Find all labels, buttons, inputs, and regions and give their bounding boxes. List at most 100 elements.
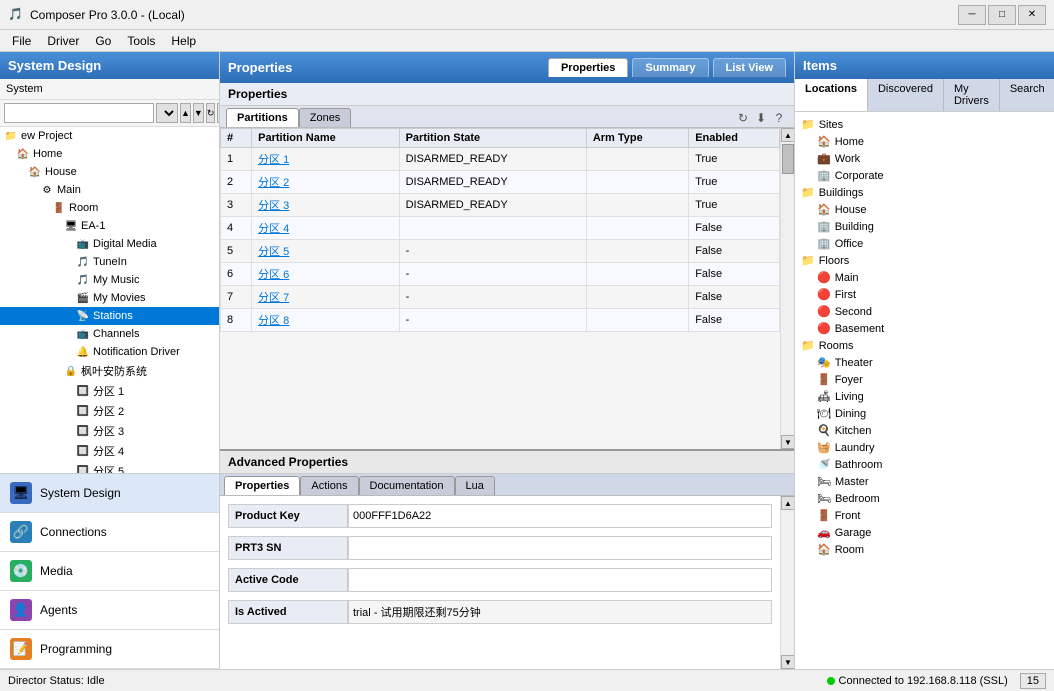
table-row[interactable]: 8 分区 8 - False: [221, 309, 780, 332]
adv-scroll-down[interactable]: ▼: [781, 655, 794, 669]
item-house[interactable]: 🏠 House: [795, 201, 1054, 218]
tree-up-button[interactable]: ▲: [180, 103, 191, 123]
item-master[interactable]: 🛏 Master: [795, 473, 1054, 490]
item-theater[interactable]: 🎭 Theater: [795, 354, 1054, 371]
item-dining[interactable]: 🍽 Dining: [795, 405, 1054, 422]
tree-item-mymusic[interactable]: 🎵 My Music: [0, 271, 219, 289]
tree-item-ea1[interactable]: 🖥 EA-1: [0, 217, 219, 235]
item-office[interactable]: 🏢 Office: [795, 235, 1054, 252]
advanced-scrollbar[interactable]: ▲ ▼: [780, 496, 794, 669]
table-row[interactable]: 5 分区 5 - False: [221, 240, 780, 263]
table-row[interactable]: 3 分区 3 DISARMED_READY True: [221, 194, 780, 217]
items-tree[interactable]: 📁 Sites 🏠 Home 💼 Work 🏢 Corporate �: [795, 112, 1054, 669]
tree-item-home[interactable]: 🏠 Home: [0, 145, 219, 163]
reload-icon[interactable]: ↻: [734, 109, 752, 127]
advanced-tab-documentation[interactable]: Documentation: [359, 476, 455, 495]
items-tab-locations[interactable]: Locations: [795, 79, 868, 111]
menu-driver[interactable]: Driver: [39, 32, 87, 50]
tree-item-main[interactable]: ⚙ Main: [0, 181, 219, 199]
subtab-zones[interactable]: Zones: [299, 108, 352, 127]
subtab-partitions[interactable]: Partitions: [226, 108, 299, 127]
close-button[interactable]: ✕: [1018, 5, 1046, 25]
item-basement[interactable]: 🔴 Basement: [795, 320, 1054, 337]
nav-agents[interactable]: 👤 Agents: [0, 591, 219, 630]
scroll-down[interactable]: ▼: [781, 435, 794, 449]
nav-system-design[interactable]: 🖥 System Design: [0, 474, 219, 513]
item-laundry[interactable]: 🧺 Laundry: [795, 439, 1054, 456]
tree-item-zone4[interactable]: 🔲 分区 4: [0, 441, 219, 461]
nav-media[interactable]: 💿 Media: [0, 552, 219, 591]
tree-item-channels[interactable]: 📺 Channels: [0, 325, 219, 343]
adv-scroll-up[interactable]: ▲: [781, 496, 794, 510]
item-main-floor[interactable]: 🔴 Main: [795, 269, 1054, 286]
tree-item-zone2[interactable]: 🔲 分区 2: [0, 401, 219, 421]
tree-item-tunein[interactable]: 🎵 TuneIn: [0, 253, 219, 271]
menu-go[interactable]: Go: [87, 32, 119, 50]
menu-help[interactable]: Help: [163, 32, 204, 50]
advanced-tab-lua[interactable]: Lua: [455, 476, 495, 495]
section-buildings[interactable]: 📁 Buildings: [795, 184, 1054, 201]
table-row[interactable]: 1 分区 1 DISARMED_READY True: [221, 148, 780, 171]
section-floors[interactable]: 📁 Floors: [795, 252, 1054, 269]
item-foyer[interactable]: 🚪 Foyer: [795, 371, 1054, 388]
system-tree[interactable]: 📁 ew Project 🏠 Home 🏠 House ⚙ Main: [0, 127, 219, 473]
item-first-floor[interactable]: 🔴 First: [795, 286, 1054, 303]
advanced-tab-actions[interactable]: Actions: [300, 476, 358, 495]
tree-item-notification[interactable]: 🔔 Notification Driver: [0, 343, 219, 361]
table-scrollbar[interactable]: ▲ ▼: [780, 128, 794, 449]
scroll-up[interactable]: ▲: [781, 128, 794, 142]
tree-item-zone1[interactable]: 🔲 分区 1: [0, 381, 219, 401]
zone5-icon: 🔲: [76, 464, 90, 473]
table-row[interactable]: 7 分区 7 - False: [221, 286, 780, 309]
item-work[interactable]: 💼 Work: [795, 150, 1054, 167]
tree-item-mymovies[interactable]: 🎬 My Movies: [0, 289, 219, 307]
items-tab-search[interactable]: Search: [1000, 79, 1054, 111]
tree-item-zone3[interactable]: 🔲 分区 3: [0, 421, 219, 441]
item-corporate[interactable]: 🏢 Corporate: [795, 167, 1054, 184]
scroll-thumb[interactable]: [782, 144, 794, 174]
item-kitchen[interactable]: 🍳 Kitchen: [795, 422, 1054, 439]
download-icon[interactable]: ⬇: [752, 109, 770, 127]
items-tab-my-drivers[interactable]: My Drivers: [944, 79, 1000, 111]
tab-summary[interactable]: Summary: [632, 58, 708, 77]
section-sites[interactable]: 📁 Sites: [795, 116, 1054, 133]
section-rooms[interactable]: 📁 Rooms: [795, 337, 1054, 354]
tab-list-view[interactable]: List View: [713, 58, 786, 77]
minimize-button[interactable]: ─: [958, 5, 986, 25]
prt3-sn-input[interactable]: [348, 536, 772, 560]
table-row[interactable]: 6 分区 6 - False: [221, 263, 780, 286]
tree-dropdown[interactable]: [156, 103, 178, 123]
item-building[interactable]: 🏢 Building: [795, 218, 1054, 235]
tab-properties[interactable]: Properties: [548, 58, 628, 77]
tree-item-house[interactable]: 🏠 House: [0, 163, 219, 181]
item-front[interactable]: 🚪 Front: [795, 507, 1054, 524]
item-room[interactable]: 🏠 Room: [795, 541, 1054, 558]
item-living[interactable]: 🛋 Living: [795, 388, 1054, 405]
items-tab-discovered[interactable]: Discovered: [868, 79, 944, 111]
tree-item-stations[interactable]: 📡 Stations: [0, 307, 219, 325]
nav-programming[interactable]: 📝 Programming: [0, 630, 219, 669]
help-icon[interactable]: ?: [770, 109, 788, 127]
tree-search-input[interactable]: [4, 103, 154, 123]
tree-down-button[interactable]: ▼: [193, 103, 204, 123]
tree-item-project[interactable]: 📁 ew Project: [0, 127, 219, 145]
advanced-tab-properties[interactable]: Properties: [224, 476, 300, 495]
table-row[interactable]: 2 分区 2 DISARMED_READY True: [221, 171, 780, 194]
tree-item-digital-media[interactable]: 📺 Digital Media: [0, 235, 219, 253]
menu-tools[interactable]: Tools: [119, 32, 163, 50]
tree-item-room[interactable]: 🚪 Room: [0, 199, 219, 217]
item-bathroom[interactable]: 🚿 Bathroom: [795, 456, 1054, 473]
tree-item-zone5[interactable]: 🔲 分区 5: [0, 461, 219, 473]
product-key-input[interactable]: [348, 504, 772, 528]
menu-file[interactable]: File: [4, 32, 39, 50]
tree-refresh-button[interactable]: ↻: [206, 103, 216, 123]
item-bedroom[interactable]: 🛏 Bedroom: [795, 490, 1054, 507]
table-row[interactable]: 4 分区 4 False: [221, 217, 780, 240]
active-code-input[interactable]: [348, 568, 772, 592]
nav-connections[interactable]: 🔗 Connections: [0, 513, 219, 552]
tree-item-security[interactable]: 🔒 枫叶安防系统: [0, 361, 219, 381]
maximize-button[interactable]: □: [988, 5, 1016, 25]
item-home[interactable]: 🏠 Home: [795, 133, 1054, 150]
item-second-floor[interactable]: 🔴 Second: [795, 303, 1054, 320]
item-garage[interactable]: 🚗 Garage: [795, 524, 1054, 541]
